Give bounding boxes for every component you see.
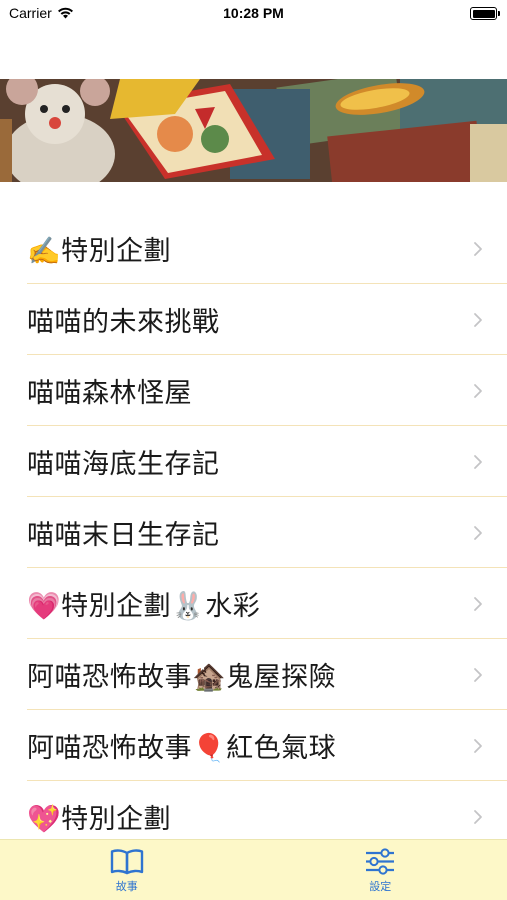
story-title: 喵喵森林怪屋 (27, 378, 192, 409)
tab-settings[interactable]: 設定 (254, 840, 507, 900)
chevron-right-icon (474, 312, 482, 327)
tab-stories-label: 故事 (115, 880, 138, 893)
app-screen: Carrier 10:28 PM ✍️特別企劃 喵喵的未來挑戰 喵喵森林怪屋 喵… (0, 0, 507, 900)
chevron-right-icon (474, 738, 482, 753)
chevron-right-icon (474, 596, 482, 611)
list-item[interactable]: 💗特別企劃🐰水彩 (0, 568, 507, 639)
chevron-right-icon (474, 241, 482, 256)
list-item[interactable]: 喵喵的未來挑戰 (0, 284, 507, 355)
list-item[interactable]: 喵喵末日生存記 (0, 497, 507, 568)
story-title: 喵喵末日生存記 (27, 520, 220, 551)
banner-image (0, 79, 507, 182)
list-item[interactable]: 阿喵恐怖故事🎈紅色氣球 (0, 710, 507, 781)
story-title: 喵喵的未來挑戰 (27, 307, 220, 338)
story-title: 喵喵海底生存記 (27, 449, 220, 480)
storybook-illustration-icon (0, 79, 507, 182)
chevron-right-icon (474, 454, 482, 469)
book-icon (110, 849, 143, 875)
chevron-right-icon (474, 667, 482, 682)
clock: 10:28 PM (223, 5, 284, 21)
chevron-right-icon (474, 383, 482, 398)
list-item[interactable]: 阿喵恐怖故事🏚️鬼屋探險 (0, 639, 507, 710)
list-item[interactable]: 喵喵海底生存記 (0, 426, 507, 497)
battery-icon (470, 7, 500, 20)
story-title: 💖特別企劃 (27, 804, 172, 835)
list-item[interactable]: ✍️特別企劃 (0, 213, 507, 284)
tab-bar: 故事 設定 (0, 839, 507, 900)
chevron-right-icon (474, 525, 482, 540)
tab-settings-label: 設定 (369, 880, 392, 893)
list-item[interactable]: 喵喵森林怪屋 (0, 355, 507, 426)
sliders-icon (366, 848, 395, 875)
story-title: ✍️特別企劃 (27, 236, 172, 267)
tab-stories[interactable]: 故事 (0, 840, 254, 900)
status-bar: Carrier 10:28 PM (0, 0, 507, 28)
story-list: ✍️特別企劃喵喵的未來挑戰 喵喵森林怪屋 喵喵海底生存記 喵喵末日生存記 💗特別企劃🐰水… (0, 213, 507, 852)
chevron-right-icon (474, 809, 482, 824)
story-title: 阿喵恐怖故事🏚️鬼屋探險 (27, 662, 337, 693)
story-title: 💗特別企劃🐰水彩 (27, 591, 261, 622)
story-title: 阿喵恐怖故事🎈紅色氣球 (27, 733, 337, 764)
